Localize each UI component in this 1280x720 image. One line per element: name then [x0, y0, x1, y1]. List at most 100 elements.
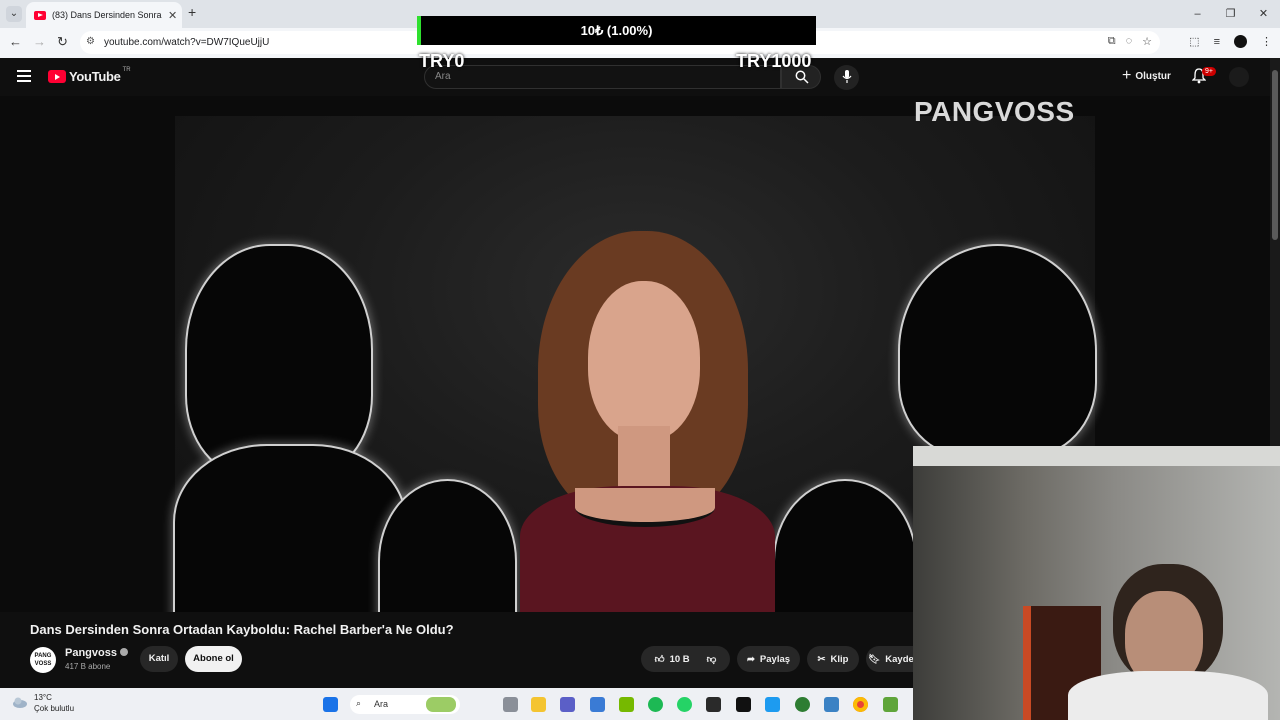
silhouette-man: [187, 246, 371, 476]
silhouette-right: [900, 246, 1095, 456]
notepad-icon[interactable]: [824, 697, 839, 712]
task-view-icon[interactable]: [503, 697, 518, 712]
store-icon[interactable]: [590, 697, 605, 712]
temperature: 13°C: [34, 693, 52, 702]
silhouette-man-shoulders: [175, 446, 405, 612]
minimize-button[interactable]: –: [1181, 0, 1214, 28]
reload-icon[interactable]: ↻: [57, 34, 68, 50]
close-window-button[interactable]: ✕: [1247, 0, 1280, 28]
url-text[interactable]: youtube.com/watch?v=DW7IQueUjjU: [104, 37, 269, 48]
donation-progress-bar: 10₺ (1.00%): [417, 16, 816, 45]
create-button[interactable]: + Oluştur: [1122, 68, 1171, 84]
whatsapp-icon[interactable]: [677, 697, 692, 712]
plus-icon: +: [1122, 67, 1132, 84]
site-info-icon[interactable]: ⚙: [86, 36, 95, 47]
channel-avatar[interactable]: PANG VOSS: [30, 647, 56, 673]
subscriber-count: 417 B abone: [65, 662, 111, 671]
extensions-icon[interactable]: ⬚: [1189, 35, 1199, 48]
teams-icon[interactable]: [560, 697, 575, 712]
back-arrow-icon[interactable]: ←: [9, 34, 22, 49]
taskbar-search-input[interactable]: ⌕ Ara: [350, 695, 460, 714]
webcam-overlay: [913, 446, 1280, 720]
donation-progress-text: 10₺ (1.00%): [580, 23, 653, 38]
like-button[interactable]: 👍︎ 10 B: [654, 653, 690, 666]
search-placeholder: Ara: [435, 71, 451, 82]
bookmark-icon: 🔖︎: [868, 653, 881, 665]
taskbar-search-icon: ⌕: [356, 698, 362, 708]
subscribe-button[interactable]: Abone ol: [185, 646, 242, 672]
chrome-icon[interactable]: [853, 697, 868, 712]
youtube-play-icon: [48, 70, 66, 83]
video-title: Dans Dersinden Sonra Ortadan Kayboldu: R…: [30, 622, 454, 637]
omnibox-actions: ⧉ ◌ ☆: [1108, 35, 1152, 48]
channel-name[interactable]: Pangvoss: [65, 647, 128, 659]
capcut-icon[interactable]: [736, 697, 751, 712]
razer-icon[interactable]: [795, 697, 810, 712]
notification-count-badge: 9+: [1202, 67, 1216, 76]
tab-title: (83) Dans Dersinden Sonra Orta: [52, 10, 164, 20]
menu-kebab-icon[interactable]: ⋮: [1261, 35, 1272, 48]
thumbs-down-icon: 👎︎: [706, 654, 717, 665]
portrait-face: [588, 281, 700, 441]
forward-arrow-icon[interactable]: →: [33, 34, 46, 49]
scrollbar-thumb[interactable]: [1272, 70, 1278, 240]
search-icon: [795, 70, 809, 84]
webcam-curtain: [913, 446, 1280, 466]
twitter-icon[interactable]: [765, 697, 780, 712]
window-controls: – ❐ ✕: [1181, 0, 1280, 28]
eye-off-icon[interactable]: ◌: [1126, 35, 1133, 48]
new-tab-button[interactable]: +: [188, 4, 196, 20]
verified-icon: [119, 648, 128, 656]
like-dislike-group: 👍︎ 10 B 👎︎: [641, 646, 730, 672]
silhouette-child-right: [775, 481, 915, 612]
save-button[interactable]: 🔖︎ Kayde: [866, 646, 916, 672]
windows-start-icon[interactable]: [323, 697, 338, 712]
youtube-header: YouTube TR Ara + Oluştur 9+: [0, 58, 1270, 96]
youtube-logo-text: YouTube: [69, 69, 121, 84]
microphone-icon: [842, 70, 852, 83]
spotify-icon[interactable]: [648, 697, 663, 712]
scissors-icon: ✂: [817, 653, 826, 665]
hamburger-menu-icon[interactable]: [17, 70, 31, 82]
create-label: Oluştur: [1135, 70, 1171, 82]
profile-avatar[interactable]: [1234, 35, 1247, 48]
channel-watermark: PANGVOSS: [914, 96, 1075, 127]
close-tab-icon[interactable]: ✕: [168, 9, 177, 22]
clip-button[interactable]: ✂ Klip: [807, 646, 859, 672]
browser-tab-active[interactable]: (83) Dans Dersinden Sonra Orta ✕: [26, 2, 182, 28]
minecraft-icon[interactable]: [883, 697, 898, 712]
youtube-logo[interactable]: YouTube TR: [48, 66, 131, 84]
tab-list-button[interactable]: ⌄: [6, 6, 22, 22]
install-app-icon[interactable]: ⧉: [1108, 35, 1116, 48]
cloud-weather-icon: [13, 697, 27, 708]
portrait-collar: [575, 488, 715, 527]
epic-games-icon[interactable]: [706, 697, 721, 712]
share-arrow-icon: ➦: [746, 653, 755, 665]
weather-condition: Çok bulutlu: [34, 704, 75, 713]
nvidia-icon[interactable]: [619, 697, 634, 712]
media-controls-icon[interactable]: ≡: [1214, 36, 1220, 48]
clip-label: Klip: [830, 653, 849, 665]
share-button[interactable]: ➦ Paylaş: [737, 646, 800, 672]
dislike-button[interactable]: 👎︎: [707, 653, 717, 665]
region-code: TR: [122, 66, 131, 73]
file-explorer-icon[interactable]: [531, 697, 546, 712]
youtube-favicon-icon: [34, 10, 46, 20]
account-avatar[interactable]: [1229, 67, 1249, 87]
bookmark-star-icon[interactable]: ☆: [1142, 35, 1152, 48]
voice-search-button[interactable]: [834, 65, 859, 90]
donation-max-label: TRY1000: [736, 51, 812, 71]
share-label: Paylaş: [759, 653, 791, 665]
like-count: 10 B: [669, 653, 690, 665]
search-input[interactable]: Ara: [424, 65, 781, 89]
widgets-icon[interactable]: [426, 697, 456, 712]
channel-name-text[interactable]: Pangvoss: [65, 647, 117, 659]
join-button[interactable]: Katıl: [140, 646, 178, 672]
save-label: Kayde: [885, 653, 914, 665]
maximize-button[interactable]: ❐: [1214, 0, 1247, 28]
donation-min-label: TRY0: [419, 51, 465, 71]
toolbar-right: ⬚ ≡ ⋮: [1189, 35, 1272, 48]
taskbar-search-placeholder: Ara: [374, 699, 389, 709]
thumbs-up-icon: 👍︎: [654, 654, 665, 665]
webcam-person-body: [1068, 671, 1268, 720]
